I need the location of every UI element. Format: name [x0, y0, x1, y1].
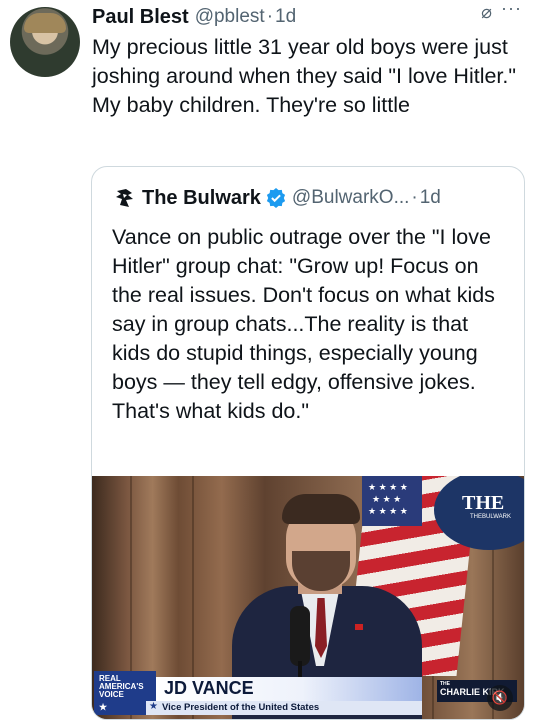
author-handle[interactable]: @pblest [195, 6, 265, 28]
more-icon[interactable]: ··· [501, 0, 522, 19]
author-avatar[interactable] [10, 7, 80, 77]
bulwark-logo-icon [116, 189, 133, 207]
tweet-timestamp[interactable]: 1d [275, 6, 296, 28]
microphone [290, 606, 310, 666]
quoted-tweet-timestamp[interactable]: 1d [420, 187, 441, 209]
author-name[interactable]: Paul Blest [92, 6, 189, 29]
lower-third-banner: REAL AMERICA'S VOICE ★ JD VANCE ★ Vice P… [92, 671, 524, 719]
quoted-tweet-header: The Bulwark @BulwarkO... · 1d [114, 185, 441, 211]
separator-dot: · [266, 6, 274, 27]
quoted-author-handle[interactable]: @BulwarkO... [292, 187, 409, 209]
verified-badge-icon [266, 188, 286, 208]
separator-dot: · [411, 187, 418, 208]
network-label: REAL AMERICA'S VOICE [99, 674, 144, 699]
backdrop-logo-text: THE [462, 492, 505, 514]
speaker-muted-icon[interactable]: 🔇 [487, 685, 513, 711]
speaker-title-banner: Vice President of the United States [162, 702, 320, 713]
flag-pin [355, 624, 363, 630]
quoted-tweet-card[interactable]: The Bulwark @BulwarkO... · 1d Vance on p… [91, 166, 525, 720]
video-player[interactable]: ★ ★ ★ ★ ★ ★ ★ ★ ★ ★ ★ THE THEBULWARK REA… [92, 476, 524, 719]
tweet-text: My precious little 31 year old boys were… [92, 35, 517, 117]
backdrop-logo-subtext: THEBULWARK [470, 514, 512, 520]
quoted-author-name[interactable]: The Bulwark [142, 187, 261, 210]
speaker-name-banner: JD VANCE [164, 678, 254, 698]
grok-icon[interactable]: ⌀ [481, 2, 492, 23]
quoted-tweet-text: Vance on public outrage over the "I love… [112, 225, 495, 423]
tweet-header: Paul Blest @pblest · 1d [92, 4, 522, 30]
